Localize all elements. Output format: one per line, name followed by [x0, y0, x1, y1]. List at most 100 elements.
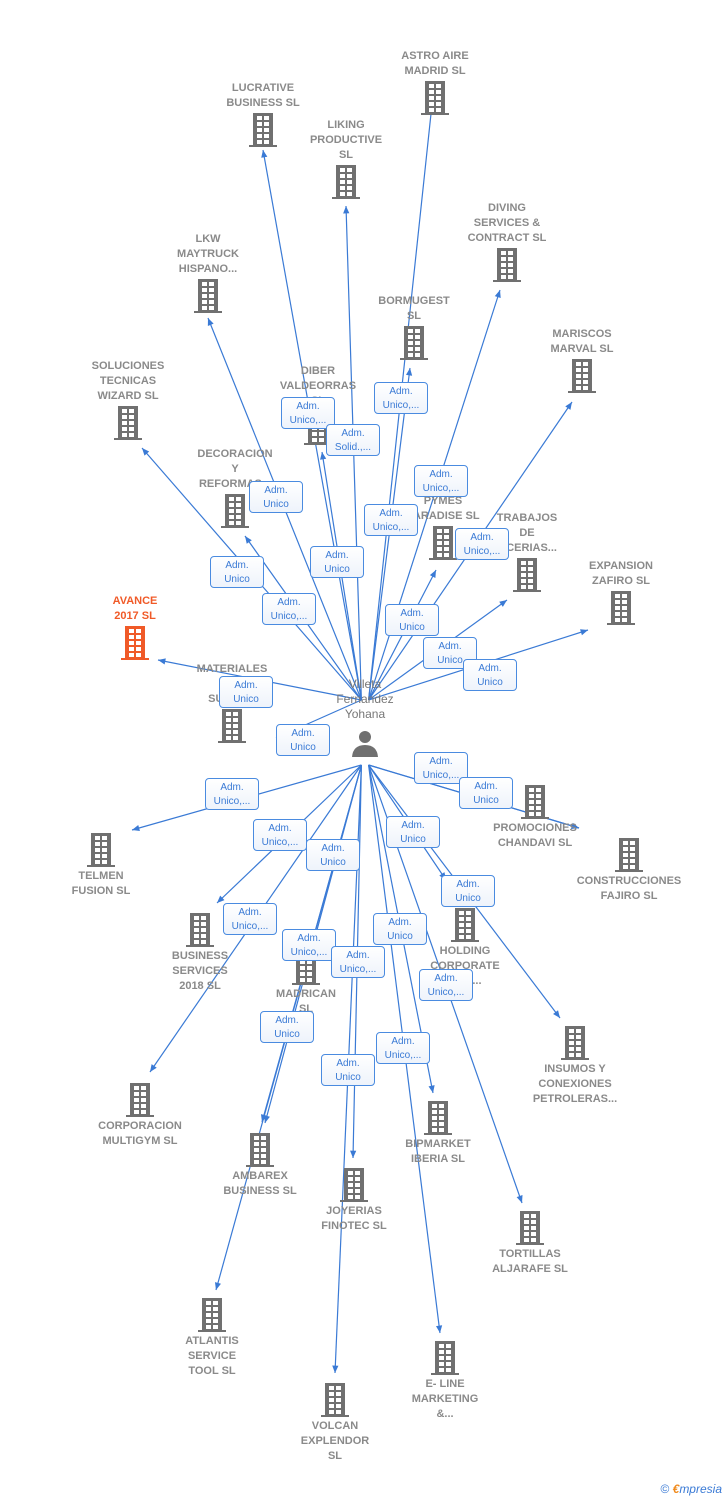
relation-label[interactable]: Adm. Unico,... — [282, 929, 336, 961]
arrowhead — [494, 290, 501, 298]
company-node[interactable]: JOYERIAS FINOTEC SL — [289, 1166, 419, 1234]
arrowhead — [553, 1010, 560, 1018]
company-name: AVANCE 2017 SL — [112, 595, 158, 622]
building-icon — [221, 494, 249, 528]
arrowhead — [332, 1365, 339, 1373]
company-name: VOLCAN EXPLENDOR SL — [300, 1420, 370, 1462]
arrowhead — [214, 1282, 221, 1290]
company-name: INSUMOS Y CONEXIONES PETROLERAS... — [532, 1063, 618, 1105]
building-icon — [431, 1341, 459, 1375]
building-icon — [246, 1133, 274, 1167]
relation-label[interactable]: Adm. Unico — [321, 1054, 375, 1086]
company-node[interactable]: TELMEN FUSION SL — [36, 831, 166, 899]
relation-label[interactable]: Adm. Unico — [276, 724, 330, 756]
company-node[interactable]: BIPMARKET IBERIA SL — [373, 1099, 503, 1167]
company-node[interactable]: DIVING SERVICES & CONTRACT SL — [442, 201, 572, 284]
person-name: Villeta Fernandez Yohana — [336, 677, 394, 721]
arrowhead — [343, 206, 350, 214]
company-node[interactable]: BORMUGEST SL — [349, 294, 479, 362]
relation-label[interactable]: Adm. Unico,... — [419, 969, 473, 1001]
relation-label[interactable]: Adm. Unico — [459, 777, 513, 809]
company-name: BORMUGEST SL — [378, 295, 450, 322]
building-icon — [561, 1026, 589, 1060]
relation-label[interactable]: Adm. Unico — [249, 481, 303, 513]
person-icon — [352, 731, 378, 757]
company-node[interactable]: CORPORACION MULTIGYM SL — [75, 1081, 205, 1149]
company-name: MARISCOS MARVAL SL — [550, 328, 614, 355]
arrowhead — [245, 536, 252, 544]
company-name: JOYERIAS FINOTEC SL — [321, 1205, 387, 1232]
relation-label[interactable]: Adm. Unico,... — [376, 1032, 430, 1064]
footer-brand[interactable]: © €mpresia — [660, 1482, 722, 1496]
relation-label[interactable]: Adm. Unico,... — [374, 382, 428, 414]
relation-label[interactable]: Adm. Unico — [219, 676, 273, 708]
company-name: LIKING PRODUCTIVE SL — [309, 119, 383, 161]
building-icon — [186, 913, 214, 947]
building-icon — [568, 359, 596, 393]
company-name: ASTRO AIRE MADRID SL — [401, 50, 469, 77]
company-node[interactable]: VOLCAN EXPLENDOR SL — [270, 1381, 400, 1464]
network-diagram: ASTRO AIRE MADRID SL LUCRATIVE BUSINESS S… — [0, 0, 728, 1500]
relation-label[interactable]: Adm. Unico — [386, 816, 440, 848]
building-icon — [429, 526, 457, 560]
building-icon — [340, 1168, 368, 1202]
building-icon — [249, 113, 277, 147]
relation-label[interactable]: Adm. Unico,... — [262, 593, 316, 625]
building-icon — [607, 591, 635, 625]
relation-label[interactable]: Adm. Unico — [306, 839, 360, 871]
arrowhead — [580, 629, 588, 636]
company-node[interactable]: ATLANTIS SERVICE TOOL SL — [147, 1296, 277, 1379]
building-icon — [615, 838, 643, 872]
arrowhead — [207, 318, 214, 326]
company-node[interactable]: INSUMOS Y CONEXIONES PETROLERAS... — [510, 1024, 640, 1107]
building-icon — [194, 279, 222, 313]
relation-label[interactable]: Adm. Unico — [441, 875, 495, 907]
company-node[interactable]: AVANCE 2017 SL — [70, 594, 200, 662]
company-node[interactable]: TORTILLAS ALJARAFE SL — [465, 1209, 595, 1277]
arrowhead — [261, 150, 268, 158]
relation-label[interactable]: Adm. Solid.,... — [326, 424, 380, 456]
company-node[interactable]: MARISCOS MARVAL SL — [517, 327, 647, 395]
company-node[interactable]: CONSTRUCCIONES FAJIRO SL — [564, 836, 694, 904]
company-name: ATLANTIS SERVICE TOOL SL — [185, 1335, 239, 1377]
relation-label[interactable]: Adm. Unico — [373, 913, 427, 945]
building-icon — [521, 785, 549, 819]
arrowhead — [435, 1325, 443, 1333]
relation-label[interactable]: Adm. Unico,... — [455, 528, 509, 560]
arrowhead — [428, 1085, 435, 1093]
building-icon — [218, 709, 246, 743]
company-name: TORTILLAS ALJARAFE SL — [492, 1248, 568, 1275]
center-person[interactable]: Villeta Fernandez Yohana — [320, 677, 410, 758]
relation-label[interactable]: Adm. Unico — [210, 556, 264, 588]
company-name: EXPANSION ZAFIRO SL — [589, 560, 653, 587]
company-name: BIPMARKET IBERIA SL — [405, 1138, 471, 1165]
company-name: CORPORACION MULTIGYM SL — [98, 1120, 182, 1147]
company-name: LUCRATIVE BUSINESS SL — [226, 82, 300, 109]
relation-label[interactable]: Adm. Unico,... — [364, 504, 418, 536]
building-icon — [126, 1083, 154, 1117]
relation-label[interactable]: Adm. Unico,... — [253, 819, 307, 851]
company-name: SOLUCIONES TECNICAS WIZARD SL — [91, 360, 165, 402]
relation-label[interactable]: Adm. Unico — [385, 604, 439, 636]
company-node[interactable]: LKW MAYTRUCK HISPANO... — [143, 232, 273, 315]
relation-label[interactable]: Adm. Unico,... — [414, 465, 468, 497]
relation-label[interactable]: Adm. Unico — [260, 1011, 314, 1043]
relation-label[interactable]: Adm. Unico,... — [205, 778, 259, 810]
building-icon — [198, 1298, 226, 1332]
company-node[interactable]: SOLUCIONES TECNICAS WIZARD SL — [63, 359, 193, 442]
company-node[interactable]: ASTRO AIRE MADRID SL — [370, 49, 500, 117]
building-icon — [513, 558, 541, 592]
company-name: CONSTRUCCIONES FAJIRO SL — [576, 875, 682, 902]
company-node[interactable]: EXPANSION ZAFIRO SL — [556, 559, 686, 627]
company-node[interactable]: LIKING PRODUCTIVE SL — [281, 118, 411, 201]
building-icon — [121, 626, 149, 660]
company-name: LKW MAYTRUCK HISPANO... — [177, 233, 239, 275]
relation-label[interactable]: Adm. Unico — [310, 546, 364, 578]
arrowhead — [350, 1150, 357, 1158]
relation-label[interactable]: Adm. Unico,... — [331, 946, 385, 978]
relation-label[interactable]: Adm. Unico — [463, 659, 517, 691]
arrowhead — [565, 402, 572, 410]
building-icon — [321, 1383, 349, 1417]
relation-label[interactable]: Adm. Unico,... — [223, 903, 277, 935]
building-icon — [493, 248, 521, 282]
